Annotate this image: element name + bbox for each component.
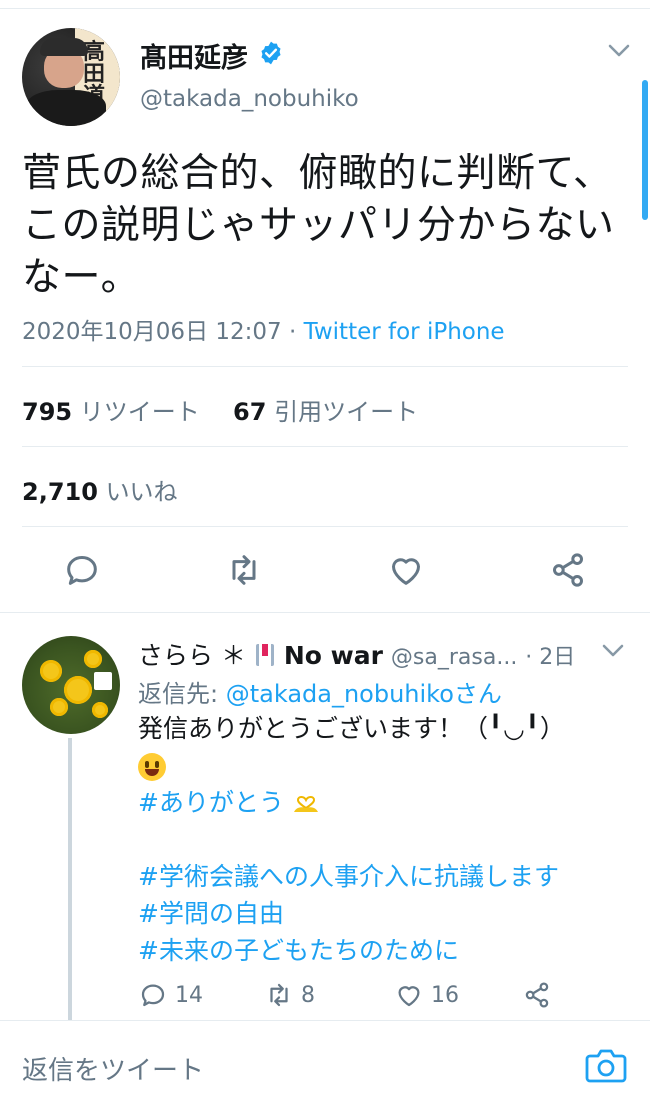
thread-line xyxy=(68,738,72,1020)
reply-author-avatar[interactable] xyxy=(22,636,120,734)
camera-icon[interactable] xyxy=(584,1044,628,1084)
likes-stats[interactable]: 2,710 いいね xyxy=(22,472,178,507)
heart-icon xyxy=(398,986,420,1007)
tweet-text: 菅氏の総合的、俯瞰的に判断て、 この説明じゃサッパリ分からない なー。 xyxy=(22,151,615,300)
avatar-overlay-badge xyxy=(94,672,112,690)
reply-to-mention-link[interactable]: @takada_nobuhikoさん xyxy=(226,680,502,708)
divider xyxy=(22,446,628,447)
section-divider xyxy=(0,612,650,613)
retweet-stats[interactable]: 795 リツイート 67 引用ツイート xyxy=(22,392,418,427)
retweet-icon[interactable] xyxy=(224,550,264,590)
reply-compose-input[interactable]: 返信をツイート xyxy=(22,1050,204,1087)
reply-count: 14 xyxy=(175,983,203,1008)
quotes-label: 引用ツイート xyxy=(274,398,419,426)
heart-hands-emoji-icon xyxy=(293,796,318,812)
share-icon[interactable] xyxy=(548,550,588,590)
reply-icon[interactable] xyxy=(62,550,102,590)
heart-icon[interactable] xyxy=(386,550,426,590)
smiley-emoji-icon xyxy=(138,753,166,781)
chevron-down-icon[interactable] xyxy=(606,40,632,60)
chevron-down-icon[interactable] xyxy=(600,640,626,660)
reply-icon xyxy=(141,984,165,1007)
retweets-count: 795 xyxy=(22,398,73,426)
author-handle[interactable]: @takada_nobuhiko xyxy=(140,86,359,112)
retweets-label: リツイート xyxy=(79,398,200,426)
book-emoji-icon xyxy=(255,644,274,666)
likes-count: 2,710 xyxy=(22,478,98,506)
top-edge xyxy=(0,0,650,9)
retweet-count: 8 xyxy=(301,983,315,1008)
tweet-timestamp: 2020年10月06日 12:07 · Twitter for iPhone xyxy=(22,319,505,345)
reply-retweet-button[interactable]: 8 xyxy=(264,980,315,1010)
author-avatar[interactable]: 高 田 道 場 xyxy=(22,28,120,126)
reply-author-name: さらら ＊ xyxy=(138,641,246,670)
reply-like-button[interactable]: 16 xyxy=(394,980,459,1010)
reply-age: · 2日 xyxy=(525,645,576,670)
timestamp-date: 2020年10月06日 12:07 xyxy=(22,319,282,345)
divider xyxy=(22,526,628,527)
scrollbar[interactable] xyxy=(642,80,648,220)
reply-reply-button[interactable]: 14 xyxy=(138,980,203,1010)
quotes-count: 67 xyxy=(233,398,267,426)
author-name[interactable]: 髙田延彦 xyxy=(140,36,248,75)
hashtag-link[interactable]: #未来の子どもたちのために xyxy=(138,932,618,969)
hashtag-link[interactable]: #ありがとう xyxy=(138,784,618,821)
verified-badge-icon xyxy=(261,41,281,65)
divider xyxy=(22,366,628,367)
reply-author-name-suffix: No war xyxy=(283,641,383,670)
reply-line-1: 発信ありがとうございます！（╹◡╹） xyxy=(138,714,565,743)
hashtag-link[interactable]: #学問の自由 xyxy=(138,895,618,932)
like-count: 16 xyxy=(431,983,459,1008)
reply-to-line: 返信先: @takada_nobuhikoさん xyxy=(138,680,502,708)
hashtag-link[interactable]: #学術会議への人事介入に抗議します xyxy=(138,858,618,895)
retweet-icon xyxy=(270,983,288,1007)
tweet-source-link[interactable]: Twitter for iPhone xyxy=(304,319,505,345)
likes-label: いいね xyxy=(105,478,178,506)
share-icon[interactable] xyxy=(522,980,552,1010)
reply-author-handle: @sa_rasa... xyxy=(390,645,518,670)
reply-author-line[interactable]: さらら ＊ No war @sa_rasa... · 2日 xyxy=(138,636,575,672)
reply-text: 発信ありがとうございます！（╹◡╹） #ありがとう #学術会議への人事介入に抗議… xyxy=(138,710,618,969)
